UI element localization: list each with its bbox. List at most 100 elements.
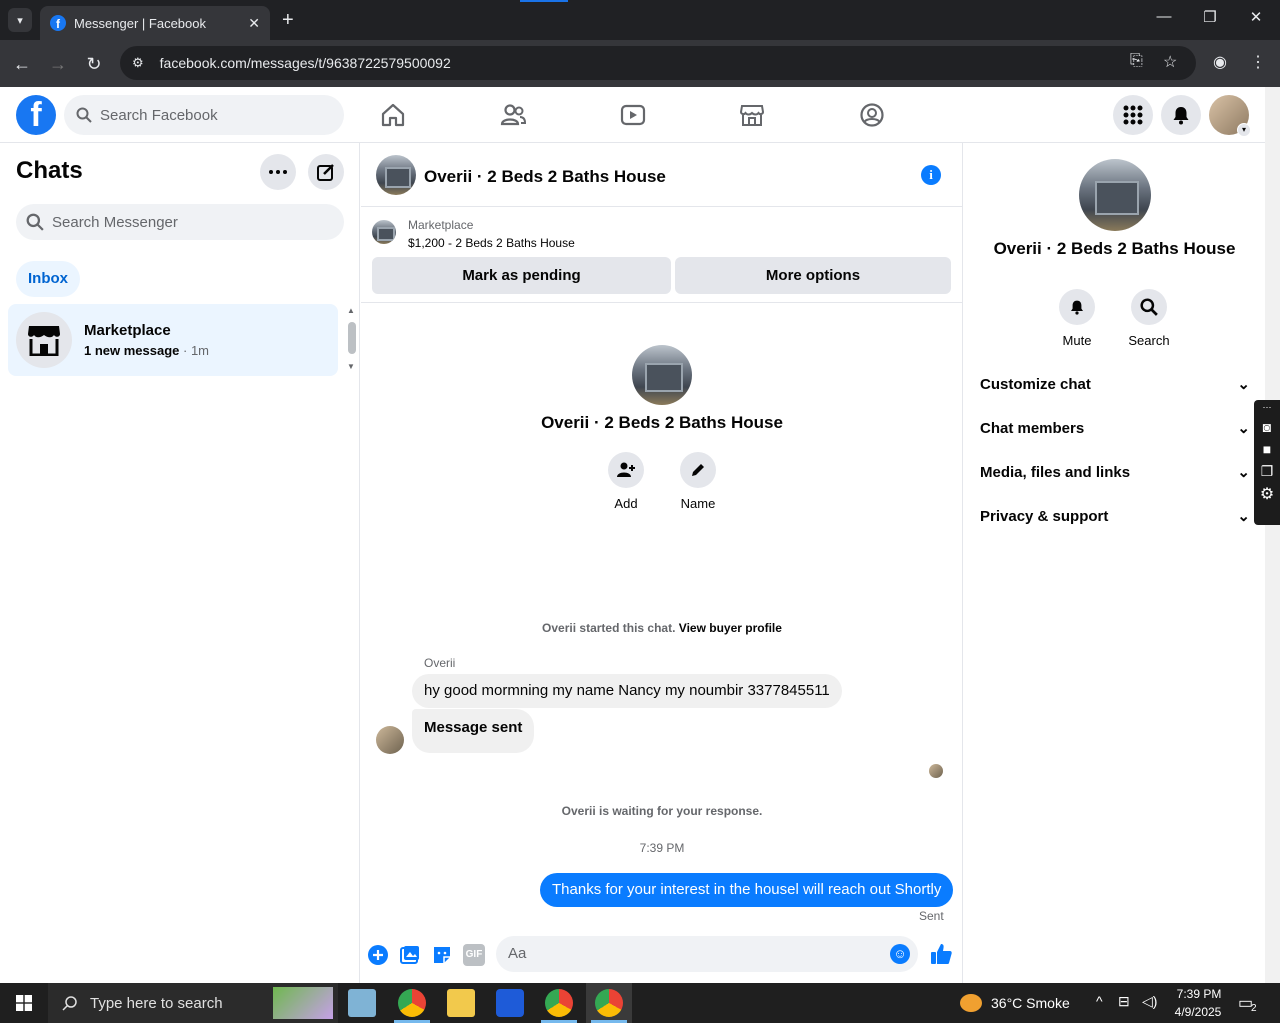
info-icon[interactable]: i [921,165,941,185]
bookmark-star-icon[interactable]: ☆ [1163,52,1177,72]
search-icon [76,107,92,123]
account-avatar[interactable]: ▾ [1209,95,1251,137]
message-input[interactable]: Aa ☺ [496,936,918,972]
media-files-links-section[interactable]: Media, files and links ⌄ [980,460,1250,484]
thumbs-up-icon[interactable] [929,942,953,966]
chat-members-section[interactable]: Chat members ⌄ [980,416,1250,440]
forward-arrow-icon[interactable]: → [46,52,70,76]
taskbar-chrome-profile-icon[interactable] [545,989,573,1017]
friends-icon[interactable] [499,101,527,129]
search-icon [62,996,77,1011]
network-icon[interactable]: ⊟ [1118,993,1130,1010]
weather-text[interactable]: 36°C Smoke [991,995,1070,1011]
conversation-panel: Overii · 2 Beds 2 Baths House i Marketpl… [361,143,963,983]
video-record-icon[interactable]: ■ [1254,441,1280,457]
window-icon[interactable]: ❐ [1254,463,1280,480]
profile-icon[interactable]: ◉ [1213,52,1227,72]
taskbar-chrome-icon[interactable] [398,989,426,1017]
chat-list-scrollbar[interactable]: ▲ ▼ [346,306,358,376]
reload-icon[interactable]: ↻ [82,52,106,76]
screen-capture-toolbar: ⋯ ◙ ■ ❐ ⚙ [1254,400,1280,525]
chevron-down-icon: ▾ [1237,123,1251,137]
facebook-logo[interactable]: f [16,95,56,135]
restore-window-button[interactable]: ❐ [1198,8,1222,26]
listing-thumbnail[interactable] [372,220,396,244]
conversation-profile-photo[interactable] [632,345,692,405]
clock-date[interactable]: 4/9/2025 [1170,1005,1226,1019]
close-window-button[interactable]: ✕ [1244,8,1268,26]
conversation-details-panel: Overii · 2 Beds 2 Baths House Mute Searc… [964,143,1265,983]
taskbar-chrome-active-icon[interactable] [595,989,623,1017]
settings-gear-icon[interactable]: ⚙ [1254,484,1280,504]
tab-search-menu-button[interactable]: ▾ [8,8,32,32]
details-profile-photo[interactable] [1079,159,1151,231]
chats-options-button[interactable] [260,154,296,190]
attach-image-icon[interactable] [399,944,421,966]
listing-title[interactable]: $1,200 - 2 Beds 2 Baths House [408,236,575,250]
windows-start-icon[interactable] [16,995,32,1011]
toolbar-grip-icon[interactable]: ⋯ [1254,402,1280,413]
new-tab-button[interactable]: + [282,8,294,32]
add-people-action[interactable]: Add [596,452,656,511]
minimize-window-button[interactable]: — [1152,8,1176,25]
new-message-button[interactable] [308,154,344,190]
chats-title: Chats [16,157,83,184]
plus-circle-icon[interactable] [367,944,389,966]
tab-title: Messenger | Facebook [74,15,206,31]
inbox-tab[interactable]: Inbox [16,261,80,297]
marketplace-listing-banner: Marketplace $1,200 - 2 Beds 2 Baths Hous… [361,207,963,303]
chevron-down-icon: ⌄ [1237,508,1250,525]
tab-close-icon[interactable]: ✕ [248,15,260,32]
sent-status: Sent [919,909,944,923]
messenger-search-input[interactable]: Search Messenger [16,204,344,240]
section-label: Chat members [980,419,1085,437]
notifications-button[interactable] [1161,95,1201,135]
clock-time[interactable]: 7:39 PM [1174,987,1224,1001]
taskbar-file-explorer-icon[interactable] [447,989,475,1017]
scroll-thumb[interactable] [348,322,356,354]
hidden-icons-chevron-icon[interactable]: ^ [1096,993,1103,1009]
incoming-message[interactable]: Message sent [412,709,535,753]
sender-avatar[interactable] [376,726,404,754]
search-in-conversation-action[interactable]: Search [1119,289,1179,348]
conversation-title[interactable]: Overii · 2 Beds 2 Baths House [424,167,666,187]
facebook-search-input[interactable]: Search Facebook [64,95,344,135]
sticker-icon[interactable] [431,944,453,966]
gif-icon[interactable]: GIF [463,944,485,966]
privacy-support-section[interactable]: Privacy & support ⌄ [980,504,1250,528]
incoming-message[interactable]: hy good mormning my name Nancy my noumbi… [412,674,842,708]
page-scrollbar[interactable] [1265,87,1280,983]
marketplace-icon[interactable] [738,101,766,129]
home-icon[interactable] [379,101,407,129]
name-chat-action[interactable]: Name [668,452,728,511]
emoji-icon[interactable]: ☺ [890,944,910,964]
mute-action[interactable]: Mute [1047,289,1107,348]
browser-tab-active[interactable]: f Messenger | Facebook ✕ [40,6,270,40]
video-icon[interactable] [619,101,647,129]
back-arrow-icon[interactable]: ← [10,52,34,76]
chat-list-item-marketplace[interactable]: Marketplace 1 new message · 1m [8,304,338,376]
message-timestamp: 7:39 PM [639,841,685,855]
gaming-icon[interactable] [858,101,886,129]
taskbar-search-box[interactable]: Type here to search [48,983,338,1023]
more-options-button[interactable]: More options [675,257,951,294]
volume-icon[interactable]: ◁) [1142,993,1157,1010]
customize-chat-section[interactable]: Customize chat ⌄ [980,372,1250,396]
site-info-icon[interactable]: ⚙ [132,55,144,71]
menu-grid-button[interactable] [1113,95,1153,135]
chat-name: Marketplace [84,322,171,339]
outgoing-message[interactable]: Thanks for your interest in the housel w… [540,873,954,907]
install-app-icon[interactable]: ⎘ [1130,52,1143,70]
taskbar-app-notepad-icon[interactable] [348,989,376,1017]
address-bar[interactable]: ⚙ facebook.com/messages/t/96387225795000… [120,46,1196,80]
pencil-icon [680,452,716,488]
mark-as-pending-button[interactable]: Mark as pending [372,257,671,294]
camera-icon[interactable]: ◙ [1254,419,1280,435]
search-highlight-unicorn-image [273,987,333,1019]
view-buyer-profile-link[interactable]: View buyer profile [679,621,782,635]
scroll-down-icon[interactable]: ▼ [347,362,355,371]
browser-menu-icon[interactable]: ⋮ [1250,52,1266,72]
scroll-up-icon[interactable]: ▲ [347,306,355,315]
conversation-avatar[interactable] [376,155,416,195]
taskbar-app-icon[interactable] [496,989,524,1017]
